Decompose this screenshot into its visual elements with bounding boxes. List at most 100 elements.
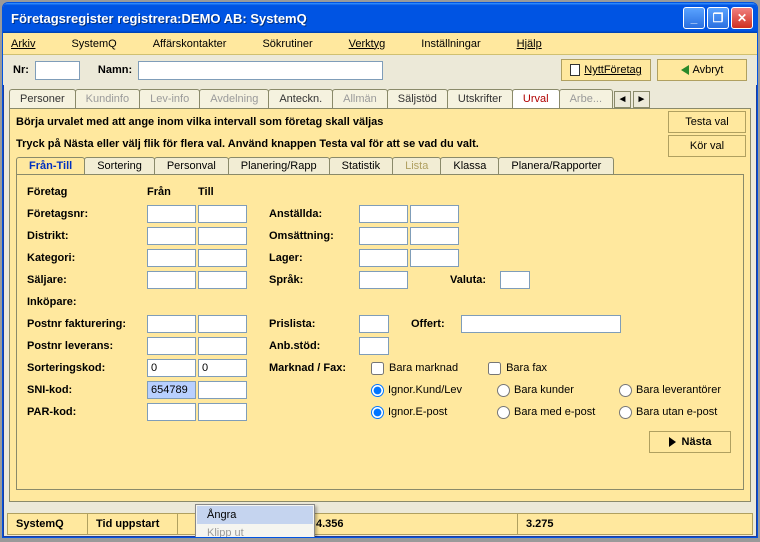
bara-kunder-radio[interactable] — [497, 384, 510, 397]
help-text-1: Börja urvalet med att ange inom vilka in… — [16, 113, 744, 131]
menu-sokrutiner[interactable]: Sökrutiner — [262, 38, 330, 50]
anstallda-label: Anställda: — [269, 208, 359, 220]
sprak-input[interactable] — [359, 271, 408, 289]
avbryt-button[interactable]: Avbryt — [657, 59, 747, 81]
subtab-statistik[interactable]: Statistik — [329, 157, 394, 174]
status-val2: 3.275 — [518, 514, 752, 534]
ignor-epost-label: Ignor.E-post — [388, 406, 447, 418]
nytt-foretag-button[interactable]: NyttFöretag — [561, 59, 651, 81]
subtab-planera-rapporter[interactable]: Planera/Rapporter — [498, 157, 614, 174]
par-label: PAR-kod: — [27, 406, 147, 418]
menu-installningar[interactable]: Inställningar — [421, 38, 498, 50]
tab-kundinfo[interactable]: Kundinfo — [75, 89, 140, 108]
menu-hjalp[interactable]: Hjälp — [517, 38, 560, 50]
menu-systemq[interactable]: SystemQ — [71, 38, 134, 50]
foretagsnr-from[interactable] — [147, 205, 196, 223]
oms-to[interactable] — [410, 227, 459, 245]
kategori-from[interactable] — [147, 249, 196, 267]
oms-from[interactable] — [359, 227, 408, 245]
testa-val-button[interactable]: Testa val — [668, 111, 746, 133]
menu-affarskontakter[interactable]: Affärskontakter — [153, 38, 245, 50]
menu-verktyg[interactable]: Verktyg — [349, 38, 404, 50]
kategori-to[interactable] — [198, 249, 247, 267]
menubar: Arkiv SystemQ Affärskontakter Sökrutiner… — [3, 33, 757, 55]
anstallda-from[interactable] — [359, 205, 408, 223]
postnrf-to[interactable] — [198, 315, 247, 333]
kategori-label: Kategori: — [27, 252, 147, 264]
tab-levinfo[interactable]: Lev-info — [139, 89, 200, 108]
kor-val-button[interactable]: Kör val — [668, 135, 746, 157]
namn-label: Namn: — [98, 64, 132, 76]
foretagsnr-to[interactable] — [198, 205, 247, 223]
sprak-label: Språk: — [269, 274, 359, 286]
maximize-button[interactable]: ❐ — [707, 7, 729, 29]
lager-to[interactable] — [410, 249, 459, 267]
tab-nav-right[interactable]: ► — [633, 91, 650, 108]
anstallda-to[interactable] — [410, 205, 459, 223]
tab-utskrifter[interactable]: Utskrifter — [447, 89, 513, 108]
offert-input[interactable] — [461, 315, 621, 333]
sort-to[interactable] — [198, 359, 247, 377]
fran-till-panel: FöretagFrånTill Företagsnr: Distrikt: Ka… — [16, 174, 744, 490]
document-icon — [570, 64, 580, 76]
postnrf-from[interactable] — [147, 315, 196, 333]
tab-personer[interactable]: Personer — [9, 89, 76, 108]
tab-urval[interactable]: Urval — [512, 89, 560, 108]
status-systemq: SystemQ — [8, 514, 88, 534]
bara-med-epost-radio[interactable] — [497, 406, 510, 419]
tab-arbe[interactable]: Arbe... — [559, 89, 613, 108]
sort-from[interactable] — [147, 359, 196, 377]
bara-marknad-checkbox[interactable] — [371, 362, 384, 375]
nr-label: Nr: — [13, 64, 29, 76]
sni-to[interactable] — [198, 381, 247, 399]
nr-input[interactable] — [35, 61, 80, 80]
par-from[interactable] — [147, 403, 196, 421]
lager-from[interactable] — [359, 249, 408, 267]
tab-allman[interactable]: Allmän — [332, 89, 388, 108]
bara-lev-radio[interactable] — [619, 384, 632, 397]
bara-utan-epost-radio[interactable] — [619, 406, 632, 419]
subtab-fran-till[interactable]: Från-Till — [16, 157, 85, 174]
tab-nav-left[interactable]: ◄ — [614, 91, 631, 108]
subtab-sortering[interactable]: Sortering — [84, 157, 155, 174]
bara-marknad-label: Bara marknad — [389, 362, 458, 374]
sni-from[interactable] — [147, 381, 196, 399]
ctx-angra[interactable]: Ångra — [197, 506, 313, 524]
anbstod-input[interactable] — [359, 337, 389, 355]
subtab-personval[interactable]: Personval — [154, 157, 229, 174]
arrow-left-icon — [681, 65, 689, 75]
ignor-epost-radio[interactable] — [371, 406, 384, 419]
foretagsnr-label: Företagsnr: — [27, 208, 147, 220]
nasta-button[interactable]: Nästa — [649, 431, 731, 453]
statusbar: SystemQ Tid uppstart 4.356 3.275 — [7, 513, 753, 535]
minimize-button[interactable]: _ — [683, 7, 705, 29]
sni-label: SNI-kod: — [27, 384, 147, 396]
window-title: Företagsregister registrera:DEMO AB: Sys… — [11, 11, 681, 26]
arrow-right-icon — [669, 437, 676, 447]
ignor-kund-lev-radio[interactable] — [371, 384, 384, 397]
oms-label: Omsättning: — [269, 230, 359, 242]
menu-arkiv[interactable]: Arkiv — [11, 38, 53, 50]
postnrl-from[interactable] — [147, 337, 196, 355]
distrikt-from[interactable] — [147, 227, 196, 245]
subtab-planering-rapp[interactable]: Planering/Rapp — [228, 157, 330, 174]
valuta-input[interactable] — [500, 271, 530, 289]
tab-anteckn[interactable]: Anteckn. — [268, 89, 333, 108]
namn-input[interactable] — [138, 61, 383, 80]
close-button[interactable]: ✕ — [731, 7, 753, 29]
bara-fax-checkbox[interactable] — [488, 362, 501, 375]
par-to[interactable] — [198, 403, 247, 421]
subtab-lista[interactable]: Lista — [392, 157, 441, 174]
foretag-label: Företag — [27, 186, 147, 198]
subtab-klassa[interactable]: Klassa — [440, 157, 499, 174]
fran-header: Från — [147, 186, 198, 198]
saljare-to[interactable] — [198, 271, 247, 289]
postnrl-to[interactable] — [198, 337, 247, 355]
prislista-input[interactable] — [359, 315, 389, 333]
ctx-klipp-ut[interactable]: Klipp ut — [197, 524, 313, 538]
tab-avdelning[interactable]: Avdelning — [199, 89, 269, 108]
distrikt-to[interactable] — [198, 227, 247, 245]
bara-fax-label: Bara fax — [506, 362, 547, 374]
tab-saljstod[interactable]: Säljstöd — [387, 89, 448, 108]
saljare-from[interactable] — [147, 271, 196, 289]
